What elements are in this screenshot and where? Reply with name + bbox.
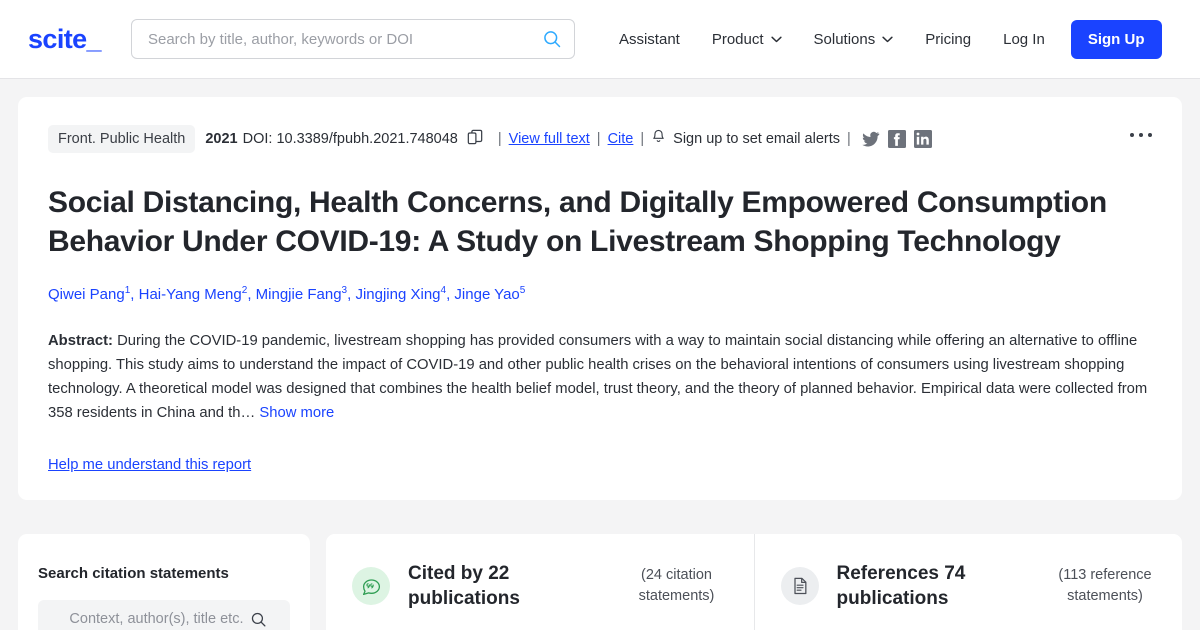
dot [1148, 133, 1152, 137]
sign-up-button[interactable]: Sign Up [1070, 19, 1162, 59]
doi-text: DOI: 10.3389/fpubh.2021.748048 [242, 131, 458, 147]
show-more-link[interactable]: Show more [259, 405, 334, 421]
nav-label: Product [711, 30, 764, 48]
separator: | [847, 131, 851, 147]
page-body: Front. Public Health 2021 DOI: 10.3389/f… [0, 79, 1200, 518]
author-name: Qiwei Pang [48, 286, 125, 303]
author-list: Qiwei Pang1, Hai-Yang Meng2, Mingjie Fan… [48, 285, 526, 303]
separator: | [497, 131, 502, 147]
search-input[interactable] [130, 19, 575, 59]
journal-badge: Front. Public Health [48, 125, 196, 153]
publication-year: 2021 [205, 131, 238, 147]
author-name: Mingjie Fang [255, 286, 342, 303]
dot [1130, 133, 1134, 137]
citation-search-sidebar: Search citation statements [18, 534, 310, 630]
author-name: Jinge Yao [454, 286, 520, 303]
separator: | [596, 131, 601, 147]
sidebar-heading: Search citation statements [38, 565, 229, 582]
author-name: Jingjing Xing [355, 286, 441, 303]
author[interactable]: Jingjing Xing4 [355, 285, 446, 303]
social-share-group [862, 130, 932, 148]
nav-label: Log In [1003, 30, 1045, 48]
tab-references-label: References 74 publications [836, 563, 966, 609]
lower-section: Search citation statements Cited by 22 p… [0, 534, 1200, 630]
global-search [130, 19, 575, 59]
chevron-down-icon [770, 36, 782, 42]
author-name: Hai-Yang Meng [138, 286, 242, 303]
bell-icon[interactable] [651, 129, 666, 149]
nav-item-pricing[interactable]: Pricing [909, 23, 987, 56]
author-affiliation-marker: 5 [519, 285, 526, 296]
nav-label: Solutions [813, 30, 876, 48]
top-navigation-bar: scite_ Assistant Product Solutions Prici… [0, 0, 1200, 79]
page-title: Social Distancing, Health Concerns, and … [48, 186, 1107, 258]
view-full-text-link[interactable]: View full text [509, 131, 590, 147]
paper-card: Front. Public Health 2021 DOI: 10.3389/f… [18, 97, 1182, 500]
search-icon[interactable] [250, 611, 267, 628]
author[interactable]: Hai-Yang Meng2 [138, 285, 248, 303]
nav-label: Pricing [925, 30, 972, 48]
document-icon [780, 567, 819, 605]
chevron-down-icon [882, 36, 893, 42]
scite-logo[interactable]: scite_ [28, 24, 102, 55]
citation-tabs: Cited by 22 publications (24 citation st… [326, 534, 1182, 630]
linkedin-icon[interactable] [913, 130, 932, 148]
tab-cited-by-label: Cited by 22 publications [408, 563, 520, 609]
nav-item-product[interactable]: Product [696, 23, 798, 56]
dot [1139, 133, 1143, 137]
separator: | [640, 131, 645, 147]
abstract-label: Abstract: [48, 333, 113, 349]
author[interactable]: Jinge Yao5 [454, 285, 526, 303]
tab-references-sublabel: (113 reference statements) [1058, 567, 1152, 604]
paper-metadata-bar: Front. Public Health 2021 DOI: 10.3389/f… [48, 125, 1152, 153]
facebook-icon[interactable] [887, 130, 906, 148]
twitter-icon[interactable] [862, 130, 880, 148]
nav-item-login[interactable]: Log In [987, 23, 1061, 56]
tab-references[interactable]: References 74 publications (113 referenc… [753, 534, 1182, 630]
author[interactable]: Qiwei Pang1 [48, 285, 130, 303]
citation-search-box [38, 600, 290, 630]
citation-search-input[interactable] [61, 610, 246, 628]
tab-cited-by[interactable]: Cited by 22 publications (24 citation st… [326, 534, 754, 630]
author[interactable]: Mingjie Fang3 [255, 285, 347, 303]
tab-cited-by-sublabel: (24 citation statements) [638, 567, 715, 604]
more-options-icon[interactable] [1126, 129, 1156, 141]
cite-link[interactable]: Cite [608, 131, 634, 147]
nav-item-assistant[interactable]: Assistant [603, 23, 696, 56]
abstract: Abstract: During the COVID-19 pandemic, … [48, 329, 1152, 425]
nav-label: Assistant [618, 30, 680, 48]
copy-icon[interactable] [467, 129, 483, 149]
quote-bubble-icon [352, 567, 390, 605]
tabs-column: Cited by 22 publications (24 citation st… [326, 534, 1182, 630]
email-alerts-text[interactable]: Sign up to set email alerts [673, 131, 840, 147]
abstract-text: During the COVID-19 pandemic, livestream… [48, 333, 1148, 421]
main-nav: Assistant Product Solutions Pricing Log … [603, 19, 1162, 59]
nav-item-solutions[interactable]: Solutions [798, 23, 910, 56]
help-understand-report-link[interactable]: Help me understand this report [48, 457, 251, 473]
